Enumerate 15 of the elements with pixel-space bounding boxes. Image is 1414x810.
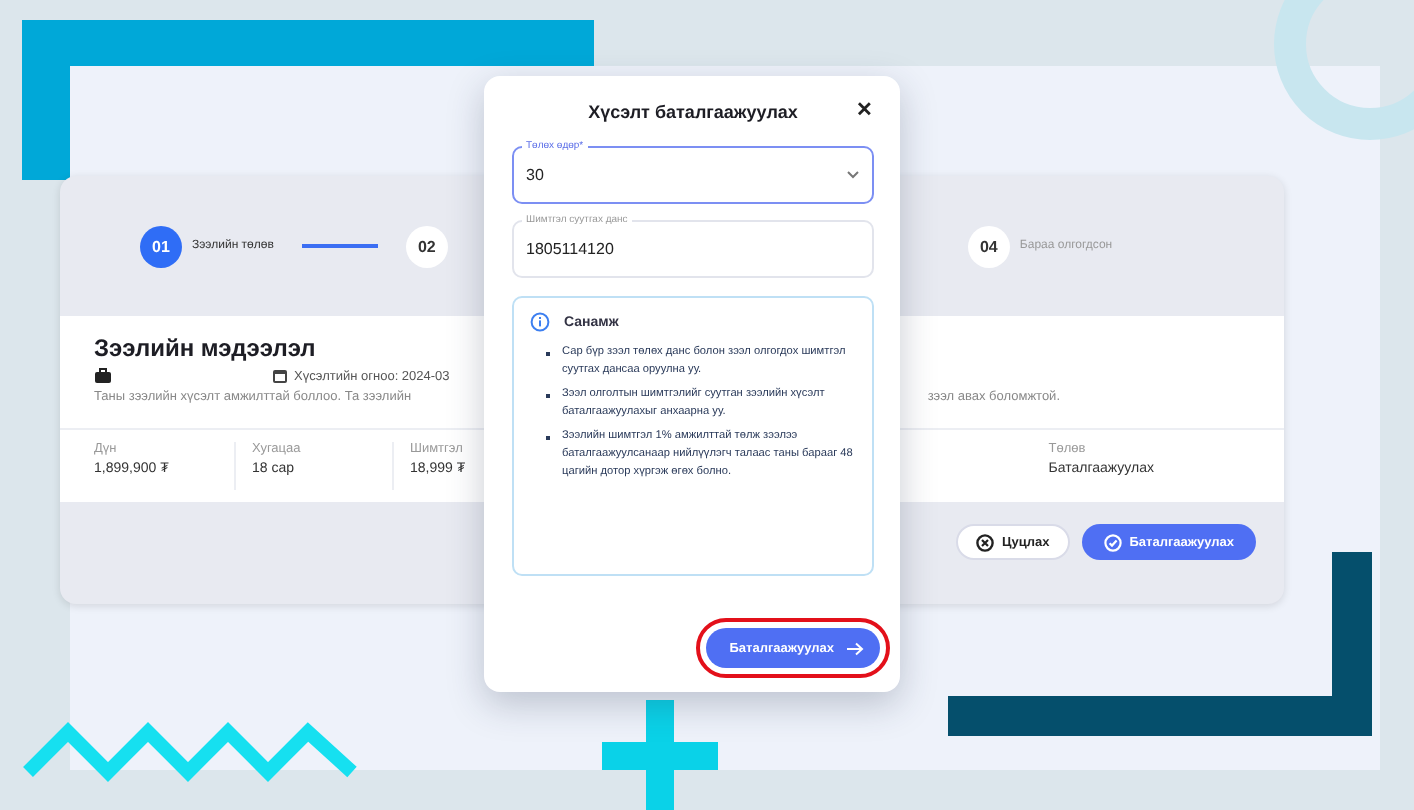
chevron-down-icon <box>846 170 860 180</box>
info-icon <box>530 312 550 332</box>
step-number[interactable]: 02 <box>405 225 448 267</box>
step-number[interactable]: 01 <box>140 225 182 267</box>
step-number[interactable]: 04 <box>967 225 1010 267</box>
check-circle-icon <box>1103 533 1122 551</box>
plus-drawing <box>602 700 718 810</box>
step-connector <box>301 244 378 248</box>
arrow-right-icon <box>846 641 864 655</box>
close-button[interactable]: ✕ <box>856 98 872 122</box>
dialog-title: Хүсэлт баталгаажуулах <box>588 101 798 121</box>
briefcase-icon <box>94 368 112 384</box>
calendar-icon <box>272 368 288 384</box>
close-circle-icon <box>976 533 995 551</box>
section-title: Зээлийн мэдээлэл <box>94 334 316 362</box>
